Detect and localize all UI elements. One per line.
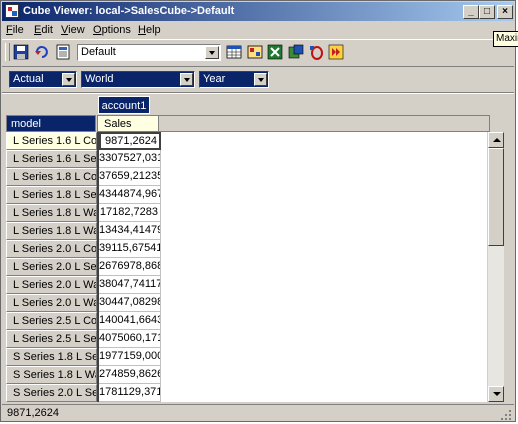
sales-cell[interactable]: 39115,67541 (99, 240, 161, 258)
sales-cell[interactable]: 9871,2624 (99, 132, 161, 150)
chevron-down-icon[interactable] (62, 73, 75, 86)
row-header[interactable]: L Series 1.8 L Wag (6, 204, 97, 222)
menu-options[interactable]: Options (93, 22, 131, 38)
sales-cell[interactable]: 13434,41479 (99, 222, 161, 240)
sales-cell[interactable]: 140041,66438 (99, 312, 161, 330)
menu-bar: File Edit View Options Help (2, 21, 514, 38)
grid-icon[interactable] (247, 44, 263, 60)
recalculate-icon[interactable] (34, 44, 50, 60)
sales-cell[interactable]: 17182,7283 (99, 204, 161, 222)
dimension-selector-scenario-value: Actual (13, 73, 44, 85)
toolbar: Default (2, 39, 514, 67)
row-header[interactable]: L Series 2.0 L Con (6, 240, 97, 258)
vertical-scrollbar[interactable] (488, 132, 504, 402)
view-selector-value: Default (81, 46, 116, 58)
row-header[interactable]: L Series 2.0 L Sed (6, 258, 97, 276)
cube-viewer-window: Cube Viewer: local->SalesCube->Default _… (0, 0, 518, 422)
row-header[interactable]: L Series 1.8 L Sed (6, 186, 97, 204)
row-header[interactable]: L Series 2.5 L Sed (6, 330, 97, 348)
menu-file-label: ile (12, 24, 24, 36)
menu-options-mnemonic: O (93, 24, 102, 36)
menu-file-mnemonic: F (6, 24, 13, 36)
resize-grip-icon[interactable] (500, 409, 512, 421)
sales-cell[interactable]: 37659,21235 (99, 168, 161, 186)
row-header[interactable]: L Series 1.6 L Sed (6, 150, 97, 168)
maximize-tooltip: Maximize (493, 31, 518, 47)
menu-view-label: iew (68, 24, 85, 36)
row-dimension-header[interactable]: model (6, 115, 96, 132)
data-grid: L Series 1.6 L Con 9871,2624 L Series 1.6 … (6, 132, 487, 402)
menu-help-mnemonic: H (138, 24, 146, 36)
row-header[interactable]: L Series 1.8 L Con (6, 168, 97, 186)
dimension-selector-region-value: World (85, 73, 114, 85)
chevron-down-icon[interactable] (254, 73, 267, 86)
column-header-filler (159, 115, 490, 132)
export-icon[interactable] (288, 44, 304, 60)
forward-icon[interactable] (328, 44, 344, 60)
window-title: Cube Viewer: local->SalesCube->Default (23, 5, 235, 17)
view-selector[interactable]: Default (77, 44, 221, 61)
dimension-selector-period-value: Year (203, 73, 226, 85)
sales-cell[interactable]: 38047,74117 (99, 276, 161, 294)
formula-icon[interactable] (308, 44, 324, 60)
dimension-selector-scenario[interactable]: Actual (9, 71, 77, 88)
menu-edit-label: dit (41, 24, 53, 36)
scroll-thumb[interactable] (488, 148, 504, 246)
sales-cell[interactable]: 30447,08298 (99, 294, 161, 312)
divider (2, 92, 514, 94)
dimension-selector-period[interactable]: Year (199, 71, 269, 88)
status-value: 9871,2624 (7, 407, 59, 419)
maximize-icon: □ (483, 6, 491, 17)
row-header[interactable]: L Series 2.5 L Con (6, 312, 97, 330)
row-header[interactable]: L Series 2.0 L Wag (6, 294, 97, 312)
column-header-sales[interactable]: Sales (97, 115, 159, 132)
chevron-down-icon[interactable] (205, 46, 219, 59)
cube-viewer-app-icon[interactable] (5, 4, 19, 18)
sales-cell[interactable]: 3307527,0313 (99, 150, 161, 168)
menu-help-label: elp (145, 24, 161, 36)
scroll-up-button[interactable] (488, 132, 504, 148)
row-header[interactable]: L Series 1.8 L Wag (6, 222, 97, 240)
scroll-down-button[interactable] (488, 386, 504, 402)
excel-icon[interactable] (267, 44, 283, 60)
menu-help[interactable]: Help (138, 22, 161, 38)
menu-options-label: ptions (101, 24, 131, 36)
menu-edit[interactable]: Edit (34, 22, 53, 38)
table-icon[interactable] (226, 44, 242, 60)
toolbar-grip[interactable] (5, 43, 10, 61)
sales-cell[interactable]: 1781129,37143 (99, 384, 161, 402)
maximize-button[interactable]: □ (479, 5, 495, 19)
minimize-icon: _ (468, 6, 474, 17)
row-header[interactable]: L Series 1.6 L Con (6, 132, 97, 150)
close-button[interactable]: × (497, 5, 513, 19)
sales-cell[interactable]: 2676978,86835 (99, 258, 161, 276)
sales-cell[interactable]: 274859,86262 (99, 366, 161, 384)
minimize-button[interactable]: _ (463, 5, 479, 19)
menu-view[interactable]: View (61, 22, 85, 38)
chevron-down-icon[interactable] (180, 73, 193, 86)
save-icon[interactable] (13, 44, 29, 60)
row-header[interactable]: S Series 1.8 L Sed (6, 348, 97, 366)
sales-cell[interactable]: 4344874,96786 (99, 186, 161, 204)
close-icon: × (502, 6, 508, 17)
sales-cell[interactable]: 4075060,17128 (99, 330, 161, 348)
menu-file[interactable]: File (6, 22, 24, 38)
view-icon[interactable] (55, 44, 71, 60)
row-header[interactable]: L Series 2.0 L Wag (6, 276, 97, 294)
column-dimension-tab[interactable]: account1 (98, 96, 150, 114)
row-header[interactable]: S Series 1.8 L Wag (6, 366, 97, 384)
dimension-selector-region[interactable]: World (81, 71, 195, 88)
status-bar: 9871,2624 (2, 404, 514, 422)
title-bar[interactable]: Cube Viewer: local->SalesCube->Default _… (2, 2, 514, 21)
row-header[interactable]: S Series 2.0 L Sed (6, 384, 97, 402)
sales-cell[interactable]: 1977159,0004 (99, 348, 161, 366)
